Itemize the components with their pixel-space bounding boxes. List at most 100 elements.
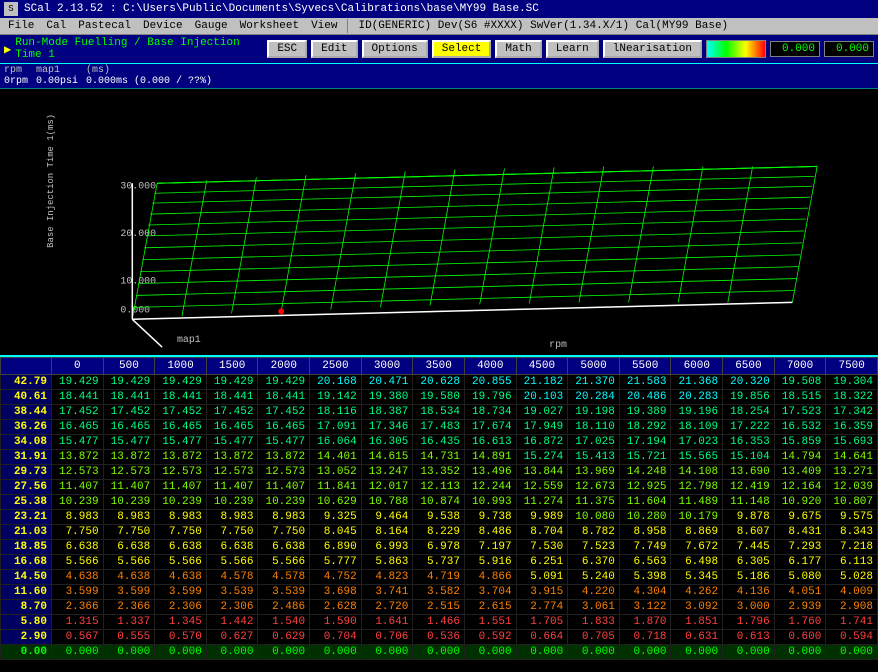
cell-17-9[interactable]: 0.664 <box>516 630 568 645</box>
cell-4-2[interactable]: 15.477 <box>155 435 207 450</box>
cell-18-1[interactable]: 0.000 <box>103 645 155 660</box>
cell-1-13[interactable]: 19.856 <box>723 390 775 405</box>
cell-12-14[interactable]: 6.177 <box>774 555 826 570</box>
cell-2-11[interactable]: 19.389 <box>619 405 671 420</box>
cell-5-11[interactable]: 15.721 <box>619 450 671 465</box>
cell-17-10[interactable]: 0.705 <box>568 630 620 645</box>
cell-18-15[interactable]: 0.000 <box>826 645 878 660</box>
cell-7-1[interactable]: 11.407 <box>103 480 155 495</box>
cell-0-3[interactable]: 19.429 <box>206 375 258 390</box>
table-row[interactable]: 31.9113.87213.87213.87213.87213.87214.40… <box>1 450 878 465</box>
cell-7-5[interactable]: 11.841 <box>310 480 362 495</box>
cell-6-10[interactable]: 13.969 <box>568 465 620 480</box>
cell-11-2[interactable]: 6.638 <box>155 540 207 555</box>
cell-8-0[interactable]: 10.239 <box>51 495 103 510</box>
cell-10-5[interactable]: 8.045 <box>310 525 362 540</box>
cell-2-14[interactable]: 17.523 <box>774 405 826 420</box>
cell-14-14[interactable]: 4.051 <box>774 585 826 600</box>
cell-9-0[interactable]: 8.983 <box>51 510 103 525</box>
cell-15-9[interactable]: 2.774 <box>516 600 568 615</box>
cell-13-14[interactable]: 5.080 <box>774 570 826 585</box>
cell-18-13[interactable]: 0.000 <box>723 645 775 660</box>
cell-0-6[interactable]: 20.471 <box>361 375 413 390</box>
cell-9-13[interactable]: 9.878 <box>723 510 775 525</box>
cell-7-13[interactable]: 12.419 <box>723 480 775 495</box>
cell-2-9[interactable]: 19.027 <box>516 405 568 420</box>
cell-15-14[interactable]: 2.939 <box>774 600 826 615</box>
cell-13-4[interactable]: 4.578 <box>258 570 310 585</box>
cell-9-15[interactable]: 9.575 <box>826 510 878 525</box>
cell-4-7[interactable]: 16.435 <box>413 435 465 450</box>
cell-5-5[interactable]: 14.401 <box>310 450 362 465</box>
cell-13-7[interactable]: 4.719 <box>413 570 465 585</box>
cell-6-3[interactable]: 12.573 <box>206 465 258 480</box>
cell-0-14[interactable]: 19.508 <box>774 375 826 390</box>
cell-9-10[interactable]: 10.080 <box>568 510 620 525</box>
cell-11-10[interactable]: 7.523 <box>568 540 620 555</box>
esc-button[interactable]: ESC <box>267 40 307 58</box>
cell-2-5[interactable]: 18.116 <box>310 405 362 420</box>
cell-0-1[interactable]: 19.429 <box>103 375 155 390</box>
cell-14-8[interactable]: 3.704 <box>464 585 516 600</box>
cell-8-2[interactable]: 10.239 <box>155 495 207 510</box>
cell-9-3[interactable]: 8.983 <box>206 510 258 525</box>
table-row[interactable]: 11.603.5993.5993.5993.5393.5393.6983.741… <box>1 585 878 600</box>
cell-18-6[interactable]: 0.000 <box>361 645 413 660</box>
cell-7-2[interactable]: 11.407 <box>155 480 207 495</box>
cell-15-6[interactable]: 2.720 <box>361 600 413 615</box>
cell-9-1[interactable]: 8.983 <box>103 510 155 525</box>
cell-18-2[interactable]: 0.000 <box>155 645 207 660</box>
cell-4-13[interactable]: 16.353 <box>723 435 775 450</box>
cell-5-8[interactable]: 14.891 <box>464 450 516 465</box>
cell-13-3[interactable]: 4.578 <box>206 570 258 585</box>
cell-18-10[interactable]: 0.000 <box>568 645 620 660</box>
menu-worksheet[interactable]: Worksheet <box>234 19 305 33</box>
cell-5-15[interactable]: 14.641 <box>826 450 878 465</box>
table-row[interactable]: 25.3810.23910.23910.23910.23910.23910.62… <box>1 495 878 510</box>
cell-0-9[interactable]: 21.182 <box>516 375 568 390</box>
cell-18-5[interactable]: 0.000 <box>310 645 362 660</box>
table-row[interactable]: 29.7312.57312.57312.57312.57312.57313.05… <box>1 465 878 480</box>
cell-15-5[interactable]: 2.628 <box>310 600 362 615</box>
cell-12-8[interactable]: 5.916 <box>464 555 516 570</box>
cell-4-10[interactable]: 17.025 <box>568 435 620 450</box>
cell-4-12[interactable]: 17.023 <box>671 435 723 450</box>
cell-11-8[interactable]: 7.197 <box>464 540 516 555</box>
cell-12-4[interactable]: 5.566 <box>258 555 310 570</box>
cell-5-2[interactable]: 13.872 <box>155 450 207 465</box>
table-row[interactable]: 34.0815.47715.47715.47715.47715.47716.06… <box>1 435 878 450</box>
cell-13-8[interactable]: 4.866 <box>464 570 516 585</box>
cell-17-0[interactable]: 0.567 <box>51 630 103 645</box>
cell-10-3[interactable]: 7.750 <box>206 525 258 540</box>
cell-5-1[interactable]: 13.872 <box>103 450 155 465</box>
cell-16-6[interactable]: 1.641 <box>361 615 413 630</box>
cell-10-6[interactable]: 8.164 <box>361 525 413 540</box>
cell-17-13[interactable]: 0.613 <box>723 630 775 645</box>
cell-10-7[interactable]: 8.229 <box>413 525 465 540</box>
cell-6-2[interactable]: 12.573 <box>155 465 207 480</box>
cell-7-12[interactable]: 12.798 <box>671 480 723 495</box>
table-row[interactable]: 42.7919.42919.42919.42919.42919.42920.16… <box>1 375 878 390</box>
cell-0-7[interactable]: 20.628 <box>413 375 465 390</box>
cell-9-2[interactable]: 8.983 <box>155 510 207 525</box>
cell-2-4[interactable]: 17.452 <box>258 405 310 420</box>
cell-17-1[interactable]: 0.555 <box>103 630 155 645</box>
cell-8-13[interactable]: 11.148 <box>723 495 775 510</box>
cell-3-4[interactable]: 16.465 <box>258 420 310 435</box>
cell-5-14[interactable]: 14.794 <box>774 450 826 465</box>
cell-12-3[interactable]: 5.566 <box>206 555 258 570</box>
cell-6-15[interactable]: 13.271 <box>826 465 878 480</box>
cell-10-15[interactable]: 8.343 <box>826 525 878 540</box>
cell-17-6[interactable]: 0.706 <box>361 630 413 645</box>
cell-16-0[interactable]: 1.315 <box>51 615 103 630</box>
cell-1-8[interactable]: 19.796 <box>464 390 516 405</box>
cell-1-14[interactable]: 18.515 <box>774 390 826 405</box>
cell-3-11[interactable]: 18.292 <box>619 420 671 435</box>
cell-7-8[interactable]: 12.244 <box>464 480 516 495</box>
cell-6-11[interactable]: 14.248 <box>619 465 671 480</box>
cell-2-7[interactable]: 18.534 <box>413 405 465 420</box>
cell-17-4[interactable]: 0.629 <box>258 630 310 645</box>
cell-3-8[interactable]: 17.674 <box>464 420 516 435</box>
cell-2-6[interactable]: 18.387 <box>361 405 413 420</box>
menu-file[interactable]: File <box>2 19 40 33</box>
